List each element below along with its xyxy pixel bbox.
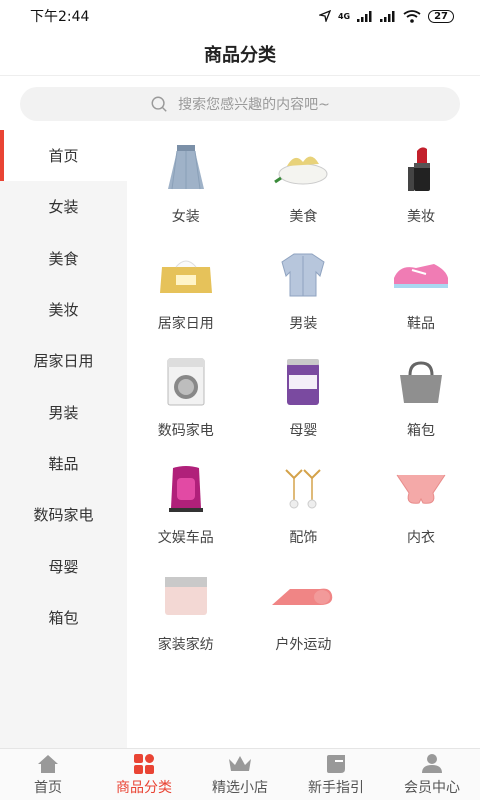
bedding-icon	[151, 566, 221, 626]
sidebar-item-beauty[interactable]: 美妆	[0, 284, 127, 335]
sidebar-item-label: 首页	[48, 147, 79, 166]
tissue-box-icon	[151, 245, 221, 305]
tab-label: 精选小店	[212, 779, 268, 796]
category-sidebar: 首页 女装 美食 美妆 居家日用 男装 鞋品 数码家电 母婴 箱包	[0, 130, 127, 748]
earrings-icon	[268, 459, 338, 519]
sneaker-icon	[386, 245, 456, 305]
sidebar-item-label: 男装	[48, 403, 79, 422]
tag-icon	[327, 754, 345, 773]
category-label: 女装	[171, 209, 200, 225]
sidebar-item-shoes[interactable]: 鞋品	[0, 438, 127, 489]
category-label: 母婴	[289, 423, 318, 439]
tab-featured-shops[interactable]: 精选小店	[192, 749, 288, 800]
crown-icon	[229, 755, 251, 771]
category-label: 美妆	[406, 209, 435, 225]
sidebar-item-household[interactable]: 居家日用	[0, 335, 127, 386]
signal-icon-2	[380, 10, 395, 22]
sidebar-item-label: 居家日用	[33, 352, 94, 371]
category-item-mens[interactable]: 男装	[245, 237, 363, 344]
category-label: 数码家电	[157, 423, 214, 439]
food-bowl-icon	[268, 138, 338, 198]
bottom-tab-bar: 首页 商品分类 精选小店 新手指引 会员中心	[0, 748, 480, 800]
user-icon	[422, 753, 442, 773]
tab-home[interactable]: 首页	[0, 749, 96, 800]
category-item-beauty[interactable]: 美妆	[362, 130, 480, 237]
yoga-mat-icon	[268, 566, 338, 626]
tab-label: 首页	[34, 779, 62, 796]
network-label: 4G	[337, 11, 351, 21]
search-placeholder: 搜索您感兴趣的内容吧~	[178, 97, 330, 113]
sidebar-item-label: 箱包	[48, 608, 79, 627]
sidebar-item-bags[interactable]: 箱包	[0, 592, 127, 643]
milk-powder-icon	[268, 352, 338, 412]
sidebar-item-food[interactable]: 美食	[0, 233, 127, 284]
tab-member-center[interactable]: 会员中心	[384, 749, 480, 800]
category-label: 文娱车品	[157, 530, 214, 546]
category-item-baby[interactable]: 母婴	[245, 344, 363, 451]
category-label: 男装	[289, 316, 318, 332]
category-item-accessories[interactable]: 配饰	[245, 451, 363, 558]
sidebar-item-electronics[interactable]: 数码家电	[0, 489, 127, 540]
sidebar-item-label: 母婴	[48, 557, 79, 576]
status-bar: 下午2:44 4G 27	[0, 0, 480, 32]
sidebar-item-label: 鞋品	[48, 454, 79, 473]
handbag-icon	[386, 352, 456, 412]
category-item-car[interactable]: 文娱车品	[127, 451, 245, 558]
bra-icon	[386, 459, 456, 519]
category-item-food[interactable]: 美食	[245, 130, 363, 237]
tab-label: 商品分类	[116, 779, 172, 796]
tab-guide[interactable]: 新手指引	[288, 749, 384, 800]
category-label: 内衣	[406, 530, 435, 546]
tab-label: 新手指引	[308, 779, 364, 796]
category-item-shoes[interactable]: 鞋品	[362, 237, 480, 344]
sidebar-item-label: 美食	[48, 249, 79, 268]
sidebar-item-label: 女装	[48, 198, 79, 217]
status-icons: 4G 27	[318, 9, 454, 23]
washing-machine-icon	[151, 352, 221, 412]
header: 商品分类	[0, 32, 480, 76]
shirt-icon	[268, 245, 338, 305]
category-item-womens[interactable]: 女装	[127, 130, 245, 237]
category-label: 家装家纺	[157, 637, 214, 653]
status-time: 下午2:44	[30, 9, 90, 25]
lipstick-icon	[386, 138, 456, 198]
tab-category[interactable]: 商品分类	[96, 749, 192, 800]
category-label: 美食	[289, 209, 318, 225]
category-icon	[134, 753, 154, 774]
category-label: 鞋品	[406, 316, 435, 332]
search-input[interactable]: 搜索您感兴趣的内容吧~	[20, 87, 460, 121]
sidebar-item-womens[interactable]: 女装	[0, 181, 127, 232]
wifi-icon	[403, 9, 421, 23]
skirt-icon	[151, 138, 221, 198]
category-item-electronics[interactable]: 数码家电	[127, 344, 245, 451]
page-title: 商品分类	[204, 44, 276, 66]
location-arrow-icon	[318, 10, 331, 22]
car-seat-icon	[151, 459, 221, 519]
sidebar-item-home[interactable]: 首页	[0, 130, 127, 182]
sidebar-item-label: 美妆	[48, 301, 79, 320]
category-grid: 女装 美食 美妆 居家日用 男装 鞋品 数码家电 母婴 箱包 文娱车品 配饰 内…	[127, 130, 480, 665]
sidebar-item-baby[interactable]: 母婴	[0, 540, 127, 591]
battery-indicator: 27	[428, 9, 454, 23]
sidebar-item-label: 数码家电	[33, 506, 94, 525]
category-label: 居家日用	[157, 316, 214, 332]
search-icon	[151, 96, 167, 112]
home-icon	[38, 754, 58, 773]
tab-label: 会员中心	[404, 779, 460, 796]
category-item-home-textiles[interactable]: 家装家纺	[127, 558, 245, 665]
category-item-underwear[interactable]: 内衣	[362, 451, 480, 558]
category-label: 配饰	[289, 530, 318, 546]
category-item-outdoor[interactable]: 户外运动	[245, 558, 363, 665]
sidebar-item-mens[interactable]: 男装	[0, 386, 127, 437]
signal-icon	[357, 10, 372, 22]
category-item-household[interactable]: 居家日用	[127, 237, 245, 344]
category-label: 户外运动	[275, 637, 332, 653]
category-item-bags[interactable]: 箱包	[362, 344, 480, 451]
category-label: 箱包	[406, 423, 435, 439]
